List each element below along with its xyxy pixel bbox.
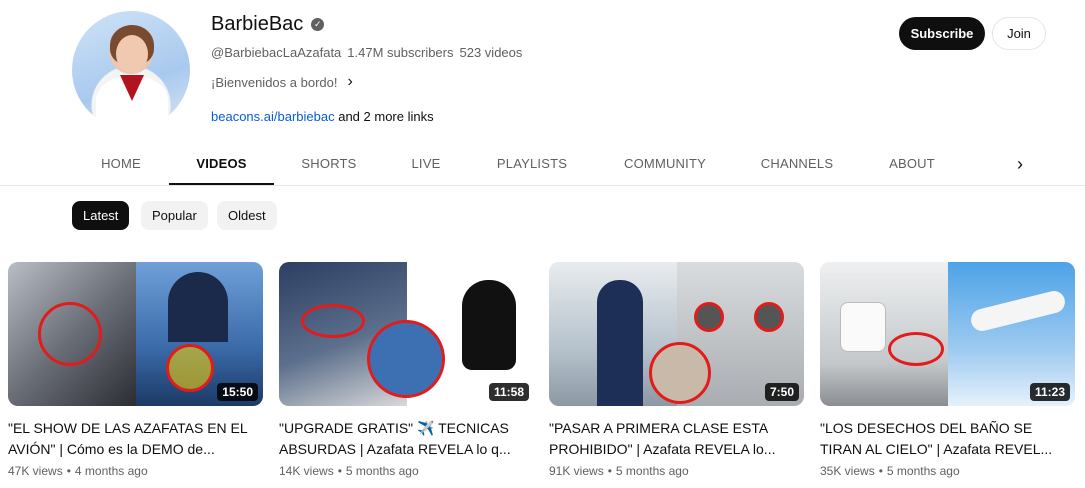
video-meta: 14K views • 5 months ago — [279, 464, 419, 478]
video-thumbnail[interactable]: 11:23 — [820, 262, 1075, 406]
highlight-circle — [367, 320, 445, 398]
verified-check-icon: ✓ — [311, 18, 325, 31]
video-thumbnail[interactable]: 15:50 — [8, 262, 263, 406]
video-views: 35K views — [820, 464, 875, 478]
join-button[interactable]: Join — [992, 17, 1046, 50]
video-title[interactable]: "LOS DESECHOS DEL BAÑO SE TIRAN AL CIELO… — [820, 418, 1075, 460]
video-card[interactable]: 11:23 "LOS DESECHOS DEL BAÑO SE TIRAN AL… — [820, 262, 1075, 478]
tab-playlists[interactable]: PLAYLISTS — [487, 145, 577, 185]
video-meta: 47K views • 4 months ago — [8, 464, 148, 478]
tab-channels[interactable]: CHANNELS — [752, 145, 842, 185]
thumbnail-toilet-shape — [840, 302, 886, 352]
channel-description-text: ¡Bienvenidos a bordo! — [211, 74, 338, 90]
channel-links: beacons.ai/barbiebac and 2 more links — [211, 109, 434, 124]
chip-oldest[interactable]: Oldest — [217, 201, 277, 230]
chevron-right-icon[interactable]: › — [1010, 145, 1030, 185]
video-meta: 91K views • 5 months ago — [549, 464, 689, 478]
tab-about[interactable]: ABOUT — [882, 145, 942, 185]
video-views: 47K views — [8, 464, 63, 478]
video-count: 523 videos — [459, 45, 523, 60]
video-duration: 11:23 — [1029, 383, 1070, 401]
video-age: 5 months ago — [615, 464, 689, 478]
thumbnail-ninja-shape — [462, 280, 516, 370]
channel-description[interactable]: ¡Bienvenidos a bordo! › — [211, 73, 353, 91]
channel-name: BarbieBac — [211, 13, 304, 35]
avatar-scarf-shape — [120, 75, 144, 101]
video-duration: 15:50 — [217, 383, 258, 401]
channel-name-row: BarbieBac ✓ — [211, 13, 325, 36]
video-card[interactable]: 11:58 "UPGRADE GRATIS" ✈️ TECNICAS ABSUR… — [279, 262, 534, 478]
video-duration: 7:50 — [764, 383, 799, 401]
video-thumbnail[interactable]: 7:50 — [549, 262, 804, 406]
thumbnail-figure-shape — [168, 272, 228, 342]
avatar-face-shape — [116, 35, 148, 73]
thumbnail-figure-shape — [597, 280, 643, 406]
video-meta: 35K views • 5 months ago — [820, 464, 960, 478]
video-age: 5 months ago — [886, 464, 960, 478]
video-duration: 11:58 — [488, 383, 529, 401]
highlight-circle — [166, 344, 214, 392]
channel-tabs: HOME VIDEOS SHORTS LIVE PLAYLISTS COMMUN… — [0, 145, 1085, 186]
chip-latest[interactable]: Latest — [72, 201, 130, 230]
highlight-circle — [38, 302, 102, 366]
channel-handle: @BarbiebacLaAzafata — [211, 45, 342, 60]
channel-avatar[interactable] — [72, 11, 190, 129]
video-card[interactable]: 7:50 "PASAR A PRIMERA CLASE ESTA PROHIBI… — [549, 262, 804, 478]
video-title[interactable]: "PASAR A PRIMERA CLASE ESTA PROHIBIDO" |… — [549, 418, 804, 460]
chevron-right-icon: › — [347, 73, 353, 90]
tab-videos[interactable]: VIDEOS — [169, 145, 274, 185]
highlight-circle — [888, 332, 944, 366]
tab-live[interactable]: LIVE — [402, 145, 450, 185]
channel-link[interactable]: beacons.ai/barbiebac — [211, 109, 335, 124]
channel-meta: @BarbiebacLaAzafata 1.47M subscribers 52… — [211, 45, 522, 60]
chip-popular[interactable]: Popular — [141, 201, 208, 230]
more-links[interactable]: and 2 more links — [338, 109, 433, 124]
video-title[interactable]: "UPGRADE GRATIS" ✈️ TECNICAS ABSURDAS | … — [279, 418, 534, 460]
tab-shorts[interactable]: SHORTS — [293, 145, 365, 185]
highlight-circle — [649, 342, 711, 404]
video-age: 4 months ago — [74, 464, 148, 478]
video-card[interactable]: 15:50 "EL SHOW DE LAS AZAFATAS EN EL AVI… — [8, 262, 263, 478]
subscribe-button[interactable]: Subscribe — [899, 17, 985, 50]
video-views: 91K views — [549, 464, 604, 478]
thumbnail-vent-shape — [754, 302, 784, 332]
highlight-circle — [301, 304, 365, 338]
video-age: 5 months ago — [345, 464, 419, 478]
subscriber-count: 1.47M subscribers — [347, 45, 454, 60]
tab-home[interactable]: HOME — [89, 145, 153, 185]
video-title[interactable]: "EL SHOW DE LAS AZAFATAS EN EL AVIÓN" | … — [8, 418, 263, 460]
tab-community[interactable]: COMMUNITY — [615, 145, 715, 185]
video-views: 14K views — [279, 464, 334, 478]
video-thumbnail[interactable]: 11:58 — [279, 262, 534, 406]
thumbnail-vent-shape — [694, 302, 724, 332]
